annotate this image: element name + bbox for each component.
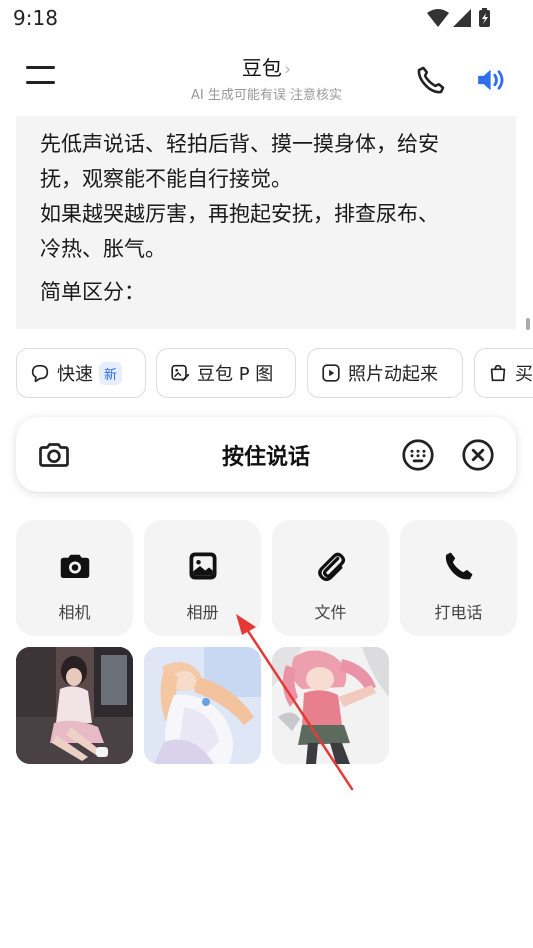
red-arrow-annotation — [236, 614, 354, 791]
